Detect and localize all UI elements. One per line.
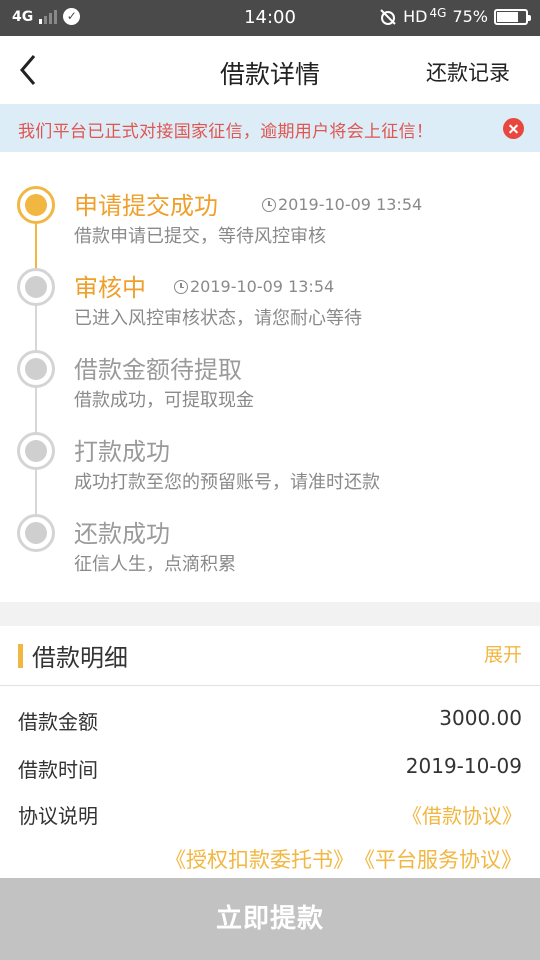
debit-authorization-link[interactable]: 《授权扣款委托书》: [165, 844, 354, 874]
section-divider: [0, 602, 540, 626]
expand-button[interactable]: 展开: [484, 640, 522, 667]
row-label: 借款时间: [18, 758, 98, 782]
step-dot-icon: [17, 186, 55, 224]
credit-notice-banner: 我们平台已正式对接国家征信，逾期用户将会上征信！: [0, 104, 540, 152]
step-dot-icon: [17, 268, 55, 306]
clock-icon: [262, 197, 276, 212]
step-description: 成功打款至您的预留账号，请准时还款: [74, 472, 380, 493]
step-description: 借款申请已提交，等待风控审核: [74, 226, 326, 247]
step-time: 2019-10-09 13:54: [174, 277, 334, 296]
agreement-links: 《授权扣款委托书》 《平台服务协议》: [165, 844, 522, 874]
timeline-step: 借款金额待提取 借款成功，可提取现金: [0, 349, 540, 419]
step-dot-icon: [17, 432, 55, 470]
timeline-step: 申请提交成功 2019-10-09 13:54 借款申请已提交，等待风控审核: [0, 185, 540, 255]
row-label: 协议说明: [18, 804, 98, 828]
step-dot-icon: [17, 350, 55, 388]
step-title: 还款成功: [74, 520, 170, 548]
timeline-step: 打款成功 成功打款至您的预留账号，请准时还款: [0, 431, 540, 501]
detail-row-time: 借款时间 2019-10-09: [18, 750, 522, 786]
battery-percent: 75%: [452, 7, 488, 26]
battery-icon: [494, 8, 531, 25]
detail-title: 借款明细: [32, 644, 128, 672]
row-label: 借款金额: [18, 710, 98, 734]
platform-service-agreement-link[interactable]: 《平台服务协议》: [354, 844, 522, 874]
step-title: 申请提交成功: [74, 192, 218, 220]
step-title: 借款金额待提取: [74, 356, 242, 384]
clock-icon: [174, 279, 188, 294]
repayment-record-link[interactable]: 还款记录: [426, 57, 510, 87]
loan-detail-header: 借款明细 展开: [0, 626, 540, 686]
withdraw-now-button[interactable]: 立即提款: [0, 878, 540, 960]
row-value: 2019-10-09: [405, 754, 522, 778]
step-title: 打款成功: [74, 438, 170, 466]
close-icon[interactable]: [503, 118, 524, 139]
step-title: 审核中: [74, 274, 146, 302]
detail-row-agreement: 协议说明 《借款协议》: [18, 796, 522, 832]
loan-agreement-link[interactable]: 《借款协议》: [402, 800, 522, 829]
step-description: 借款成功，可提取现金: [74, 390, 254, 411]
nav-bar: 借款详情 还款记录: [0, 36, 540, 104]
accent-bar: [18, 644, 23, 668]
timeline-step: 还款成功 征信人生，点滴积累: [0, 513, 540, 583]
network-type-right: 4G: [429, 5, 447, 20]
status-bar: 4G ✓ 14:00 HD 4G 75%: [0, 0, 540, 36]
notice-text: 我们平台已正式对接国家征信，逾期用户将会上征信！: [18, 122, 434, 142]
step-description: 征信人生，点滴积累: [74, 554, 236, 575]
loan-progress-timeline: 申请提交成功 2019-10-09 13:54 借款申请已提交，等待风控审核 审…: [0, 152, 540, 602]
step-time: 2019-10-09 13:54: [262, 195, 422, 214]
row-value: 3000.00: [439, 706, 522, 730]
detail-row-amount: 借款金额 3000.00: [18, 702, 522, 738]
status-right: HD 4G 75%: [379, 5, 531, 26]
alarm-off-icon: [380, 8, 396, 25]
hd-indicator: HD: [403, 7, 428, 26]
step-dot-icon: [17, 514, 55, 552]
step-description: 已进入风控审核状态，请您耐心等待: [74, 308, 362, 329]
timeline-step: 审核中 2019-10-09 13:54 已进入风控审核状态，请您耐心等待: [0, 267, 540, 337]
